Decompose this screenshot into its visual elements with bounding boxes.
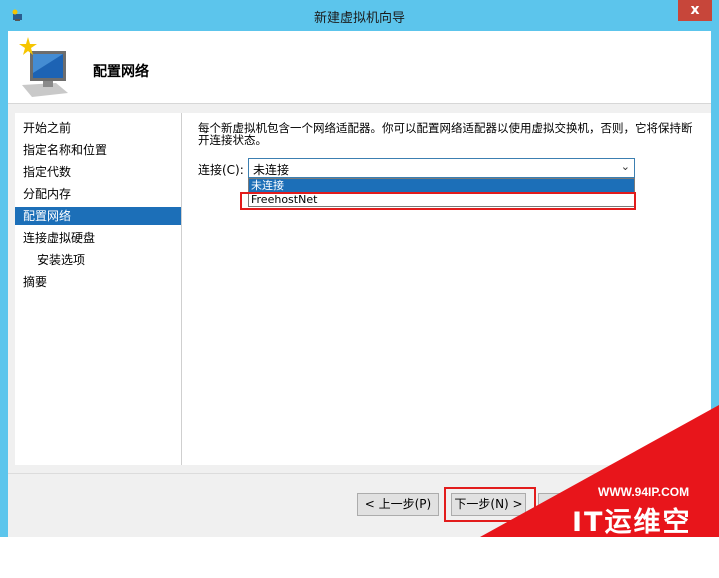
connection-label: 连接(C): [198,163,244,177]
new-vm-wizard-icon [19,37,68,97]
connection-select[interactable]: 未连接 ⌄ [248,158,635,178]
watermark-name: IT运维空间 [572,507,692,577]
option-not-connected[interactable]: 未连接 [249,179,634,192]
connection-selected-value: 未连接 [253,163,290,177]
window-title: 新建虚拟机向导 [313,11,405,26]
previous-button[interactable]: < 上一步(P) [357,493,439,516]
nav-item-generation[interactable]: 指定代数 [15,163,181,181]
nav-item-networking[interactable]: 配置网络 [15,207,181,225]
option-freehostnet[interactable]: FreehostNet [249,193,634,206]
nav-item-before-you-begin[interactable]: 开始之前 [15,119,181,137]
page-title: 配置网络 [93,64,149,80]
wizard-nav: 开始之前 指定名称和位置 指定代数 分配内存 配置网络 连接虚拟硬盘 安装选项 … [15,113,181,465]
nav-item-summary[interactable]: 摘要 [15,273,181,291]
nav-item-install-options[interactable]: 安装选项 [15,251,181,269]
wizard-header: 配置网络 [8,31,711,104]
nav-item-memory[interactable]: 分配内存 [15,185,181,203]
network-description: 每个新虚拟机包含一个网络适配器。你可以配置网络适配器以使用虚拟交换机，否则，它将… [198,121,693,147]
nav-item-name-location[interactable]: 指定名称和位置 [15,141,181,159]
connection-dropdown-list: 未连接 FreehostNet [248,178,635,207]
chevron-down-icon[interactable]: ⌄ [621,160,630,173]
nav-item-virtual-disk[interactable]: 连接虚拟硬盘 [15,229,181,247]
watermark-url: WWW.94IP.COM [598,485,690,499]
close-button[interactable]: x [678,0,712,21]
title-bar[interactable]: 新建虚拟机向导 x [0,0,719,31]
